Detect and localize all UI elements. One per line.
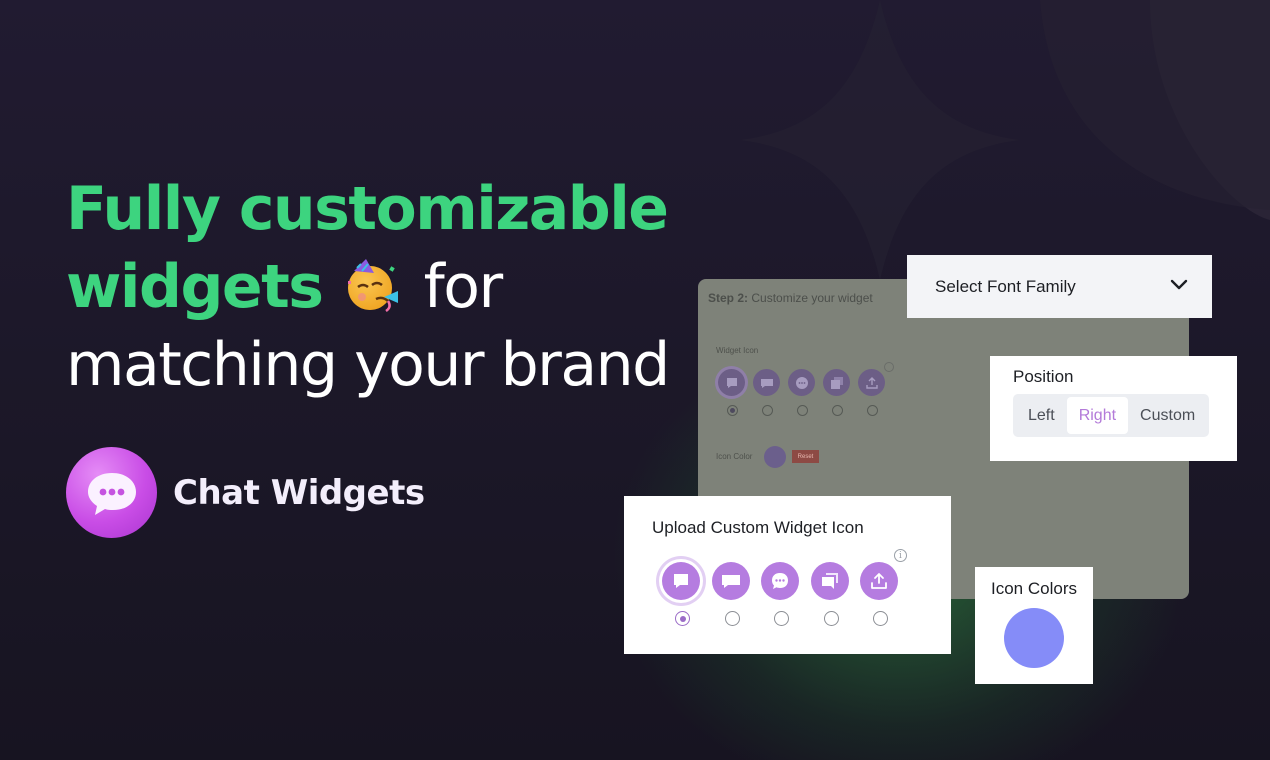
brand: Chat Widgets: [66, 447, 425, 538]
chat-stack-icon[interactable]: [823, 369, 850, 396]
widget-icon-label: Widget Icon: [716, 346, 759, 355]
radio-button[interactable]: [797, 405, 808, 416]
icon-color-label: Icon Color: [716, 452, 753, 461]
position-segmented-control: Left Right Custom: [1013, 394, 1209, 437]
radio-button[interactable]: [867, 405, 878, 416]
headline-word-widgets: widgets: [66, 252, 324, 322]
upload-widget-icon-card: Upload Custom Widget Icon i: [624, 496, 951, 654]
chat-square-icon[interactable]: [662, 562, 700, 600]
step-text: Customize your widget: [751, 291, 873, 305]
chat-rect-icon[interactable]: [711, 562, 750, 600]
radio-button[interactable]: [823, 611, 839, 626]
widget-icon-options: [662, 562, 910, 600]
brand-name: Chat Widgets: [173, 472, 425, 513]
partying-face-emoji-icon: [344, 254, 400, 313]
headline-word-for: for: [423, 252, 504, 322]
widget-icon-radio-row: [675, 611, 923, 626]
icon-colors-title: Icon Colors: [991, 579, 1077, 598]
font-family-label: Select Font Family: [935, 276, 1076, 296]
radio-button[interactable]: [675, 611, 690, 626]
headline-line-3: matching your brand: [66, 330, 670, 400]
radio-button[interactable]: [762, 405, 773, 416]
chat-rect-icon[interactable]: [753, 369, 780, 396]
font-family-select[interactable]: Select Font Family: [907, 255, 1212, 318]
chat-dots-icon[interactable]: [788, 369, 815, 396]
position-card: Position Left Right Custom: [990, 356, 1237, 461]
color-swatch[interactable]: [1004, 608, 1064, 668]
icon-color-swatch[interactable]: [764, 446, 786, 468]
headline-line-2: widgets for: [66, 248, 666, 326]
mini-radio-row: [727, 405, 902, 416]
speech-bubble-dots-icon: [66, 447, 157, 538]
chevron-down-icon: [1170, 278, 1188, 296]
position-option-custom[interactable]: Custom: [1128, 397, 1207, 434]
reset-button[interactable]: Reset: [792, 450, 819, 463]
radio-button[interactable]: [873, 611, 888, 626]
upload-widget-icon-title: Upload Custom Widget Icon: [652, 518, 864, 537]
position-title: Position: [1013, 367, 1074, 386]
headline: Fully customizable widgets for matching …: [66, 170, 670, 404]
step-prefix: Step 2:: [708, 291, 749, 305]
info-icon[interactable]: i: [894, 549, 907, 562]
chat-square-icon[interactable]: [718, 369, 745, 396]
icon-colors-card: Icon Colors: [975, 567, 1093, 684]
mini-icon-row: [718, 369, 893, 396]
chat-stack-icon[interactable]: [810, 562, 849, 600]
step-heading: Step 2: Customize your widget: [708, 291, 873, 305]
radio-button[interactable]: [727, 405, 738, 416]
upload-icon[interactable]: [858, 369, 885, 396]
radio-button[interactable]: [832, 405, 843, 416]
radio-button[interactable]: [724, 611, 740, 626]
position-option-right[interactable]: Right: [1066, 397, 1129, 434]
headline-line-1: Fully customizable: [66, 174, 669, 244]
chat-dots-icon[interactable]: [761, 562, 799, 600]
radio-button[interactable]: [774, 611, 789, 626]
upload-icon[interactable]: [860, 562, 898, 600]
position-option-left[interactable]: Left: [1016, 397, 1067, 434]
